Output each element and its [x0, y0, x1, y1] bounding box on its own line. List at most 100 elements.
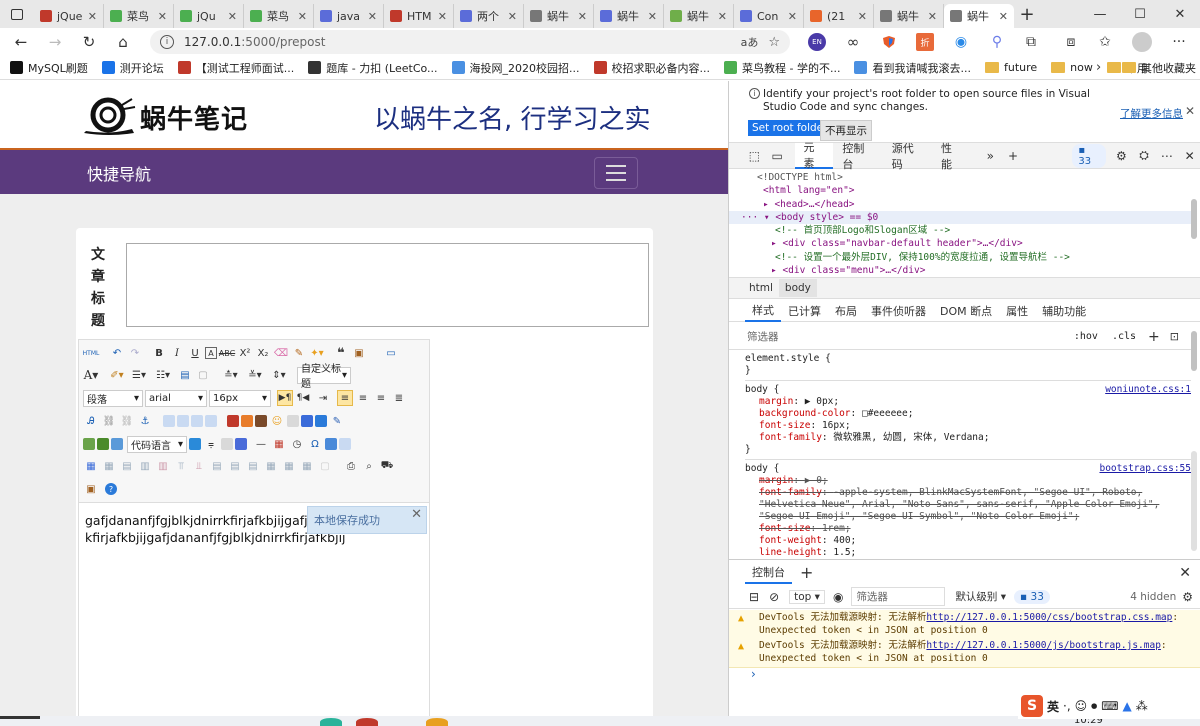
close-tab-icon[interactable]: ✕ [438, 10, 447, 23]
row-spacing-top-icon[interactable]: ≛▾ [223, 367, 239, 383]
element-style-rule[interactable]: element.style { [745, 353, 1191, 365]
merge-down-icon[interactable]: ▤ [245, 458, 261, 474]
subtab-styles[interactable]: 样式 [745, 300, 781, 322]
console-issues-badge[interactable]: ▪ 33 [1014, 589, 1050, 604]
indent-icon[interactable]: ⇥ [315, 390, 331, 406]
back-icon[interactable]: ← [4, 28, 38, 56]
split-cols-icon[interactable]: ▦ [299, 458, 315, 474]
split-rows-icon[interactable]: ▦ [281, 458, 297, 474]
strikethrough-icon[interactable]: ABC [219, 345, 235, 361]
close-tab-icon[interactable]: ✕ [228, 10, 237, 23]
browser-tab[interactable]: (21 ✕ [804, 4, 874, 28]
browser-tab[interactable]: java ✕ [314, 4, 384, 28]
css-property[interactable]: background-color: □#eeeeee; [745, 408, 1191, 420]
favorite-star-icon[interactable]: ☆ [768, 35, 780, 50]
more-menu-icon[interactable]: ··· [1170, 33, 1188, 51]
log-level-select[interactable]: 默认级别 ▾ [955, 589, 1006, 604]
browser-tab[interactable]: 蜗牛 ✕ [874, 4, 944, 28]
breadcrumb-html[interactable]: html [743, 279, 779, 297]
bold-icon[interactable]: B [151, 345, 167, 361]
delete-row-icon[interactable]: ▥ [155, 458, 171, 474]
css-property[interactable]: font-size: 1rem; [745, 523, 1191, 535]
infinity-icon[interactable]: ∞ [844, 33, 862, 51]
cls-toggle[interactable]: .cls [1112, 331, 1136, 342]
link-icon[interactable]: ⛓ [101, 413, 117, 429]
insert-row-icon[interactable]: ▥ [137, 458, 153, 474]
page-break-icon[interactable] [83, 438, 95, 450]
browser-tab[interactable]: 蜗牛 ✕ [524, 4, 594, 28]
bookmarks-overflow-icon[interactable]: › [1096, 60, 1101, 75]
close-toast-icon[interactable]: ✕ [411, 507, 422, 522]
merge-cells-icon[interactable]: ▤ [209, 458, 225, 474]
special-char-icon[interactable]: Ω [307, 436, 323, 452]
delete-col-icon[interactable]: ⫫ [191, 458, 207, 474]
minimize-button[interactable]: — [1080, 0, 1120, 28]
subtab-event-listeners[interactable]: 事件侦听器 [864, 300, 933, 322]
preview-icon[interactable]: ⌕ [361, 458, 377, 474]
dom-body-selected[interactable]: ··· ▾ <body style> == $0 [729, 210, 1191, 225]
superscript-icon[interactable]: X² [237, 345, 253, 361]
clear-console-icon[interactable]: ⊘ [769, 590, 779, 604]
console-sidebar-icon[interactable]: ⊟ [749, 590, 759, 604]
tab-performance[interactable]: 性能 [932, 142, 971, 171]
hamburger-menu-icon[interactable] [594, 157, 638, 189]
skin-icon[interactable]: ▲ [1123, 699, 1132, 713]
refresh-icon[interactable]: ↻ [72, 28, 106, 56]
custom-title-select[interactable]: 自定义标题 ▾ [297, 364, 351, 390]
maximize-button[interactable]: ☐ [1120, 0, 1160, 28]
collections-icon[interactable]: ⧈ [1062, 33, 1080, 51]
direction-rtl-icon[interactable]: ¶◀ [295, 390, 311, 406]
styles-filter-input[interactable]: 筛选器 [747, 329, 779, 344]
drafts-box-icon[interactable]: ▣ [83, 481, 99, 497]
date-icon[interactable]: ▦ [271, 436, 287, 452]
close-tab-icon[interactable]: ✕ [718, 10, 727, 23]
dom-div-header[interactable]: ▸ <div class="navbar-default header">…</… [729, 237, 1191, 250]
close-tab-icon[interactable]: ✕ [578, 10, 587, 23]
bookmark-item[interactable]: MySQL刷题 [10, 60, 88, 76]
image-center-icon[interactable] [205, 415, 217, 427]
clear-doc-icon[interactable]: ▢ [195, 367, 211, 383]
bookmark-item[interactable]: 海投网_2020校园招... [451, 60, 580, 76]
undo-icon[interactable]: ↶ [109, 345, 125, 361]
inspect-element-icon[interactable]: ⬚ [743, 143, 766, 169]
context-select[interactable]: top ▾ [789, 589, 825, 604]
new-rule-icon[interactable]: + [1148, 329, 1160, 345]
css-property[interactable]: margin: ▶ 0px; [745, 396, 1191, 408]
select-all-icon[interactable]: ▤ [177, 367, 193, 383]
styles-scrollbar[interactable] [1191, 331, 1197, 371]
close-tab-icon[interactable]: ✕ [999, 10, 1008, 23]
settings-gear-icon[interactable]: ⚙ [1110, 143, 1133, 169]
console-filter-input[interactable]: 筛选器 [851, 587, 946, 606]
toggle-sidebar-icon[interactable]: ⊡ [1170, 330, 1179, 343]
taskbar-item[interactable] [0, 716, 40, 719]
time-icon[interactable]: ◷ [289, 436, 305, 452]
text-direction-icon[interactable]: Ꭿ [83, 413, 99, 429]
close-devtools-icon[interactable]: ✕ [1178, 143, 1200, 169]
close-tab-icon[interactable]: ✕ [788, 10, 797, 23]
breadcrumb-body[interactable]: body [778, 279, 817, 297]
browser-tab[interactable]: jQue ✕ [34, 4, 104, 28]
drafts-icon[interactable]: ⛟ [379, 458, 395, 474]
css-property[interactable]: margin: ▶ 0; [745, 475, 1191, 487]
bookmark-item[interactable]: 校招求职必备内容... [593, 60, 710, 76]
tab-sources[interactable]: 源代码 [883, 142, 932, 171]
profile-avatar[interactable] [1132, 32, 1152, 52]
multi-image-icon[interactable] [241, 415, 253, 427]
css-property[interactable]: line-height: 1.5; [745, 547, 1191, 559]
taskbar-app-icon[interactable] [320, 718, 342, 726]
extensions-puzzle-icon[interactable]: ⧉ [1022, 33, 1040, 51]
bookmark-item[interactable]: 题库 - 力扣 (LeetCo... [308, 60, 438, 76]
bookmark-item[interactable]: now [1051, 61, 1093, 74]
punctuation-icon[interactable]: ·, [1063, 699, 1071, 713]
customize-icon[interactable]: ⛭ [1133, 143, 1156, 169]
dont-show-again-button[interactable]: 不再显示 [820, 120, 872, 141]
ordered-list-icon[interactable]: ☰▾ [131, 367, 147, 383]
subtab-properties[interactable]: 属性 [999, 300, 1035, 322]
underline-icon[interactable]: U [187, 345, 203, 361]
table-layout-icon[interactable] [221, 438, 233, 450]
insert-paragraph-before-icon[interactable]: ▤ [119, 458, 135, 474]
browser-tab[interactable]: 蜗牛 ✕ [664, 4, 734, 28]
close-tab-icon[interactable]: ✕ [508, 10, 517, 23]
favorites-icon[interactable]: ✩ [1096, 33, 1114, 51]
emotion-icon[interactable]: ☺ [269, 413, 285, 429]
